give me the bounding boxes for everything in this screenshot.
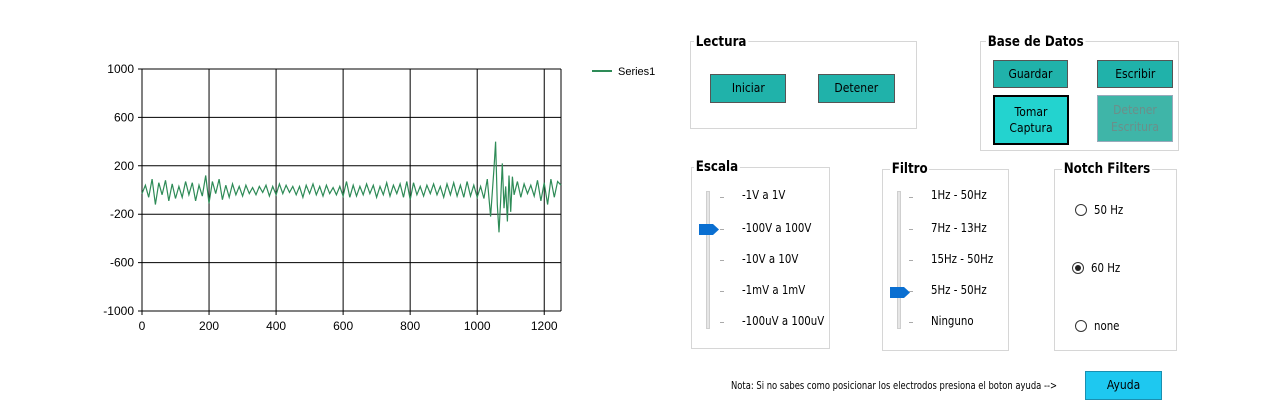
iniciar-button[interactable]: Iniciar: [710, 74, 786, 103]
notch-label-50hz[interactable]: 50 Hz: [1094, 203, 1123, 217]
detener-escritura-button[interactable]: Detener Escritura: [1097, 95, 1173, 142]
x-tick-label: 400: [266, 319, 286, 333]
escala-tick-3: [720, 291, 724, 292]
x-tick-label: 200: [199, 319, 219, 333]
notch-title: Notch Filters: [1062, 161, 1152, 177]
notch-radio-60hz[interactable]: [1072, 262, 1084, 274]
y-tick-label: 200: [114, 159, 134, 173]
base-datos-title: Base de Datos: [986, 34, 1086, 50]
filtro-tick-4: [909, 322, 913, 323]
x-tick-label: 0: [139, 319, 146, 333]
y-tick-label: 1000: [107, 62, 134, 76]
notch-radio-none[interactable]: [1075, 320, 1087, 332]
detener-button[interactable]: Detener: [818, 74, 895, 103]
guardar-button[interactable]: Guardar: [993, 60, 1068, 88]
notch-radio-50hz[interactable]: [1075, 204, 1087, 216]
escala-option-1mv: -1mV a 1mV: [742, 283, 806, 297]
filtro-option-15-50: 15Hz - 50Hz: [931, 252, 994, 266]
filtro-option-5-50: 5Hz - 50Hz: [931, 283, 987, 297]
y-tick-label: -600: [110, 256, 134, 270]
x-tick-label: 1200: [531, 319, 558, 333]
signal-chart: 0 200 400 600 800 1000 1200 1000 600 200 -200 -600 -…: [0, 0, 680, 406]
y-tick-label: 600: [114, 110, 134, 124]
filtro-tick-3: [909, 291, 913, 292]
filtro-slider-thumb[interactable]: [890, 287, 910, 298]
notch-label-none[interactable]: none: [1094, 319, 1119, 333]
legend-label: Series1: [618, 66, 655, 78]
escala-option-100v: -100V a 100V: [742, 221, 812, 235]
filtro-tick-0: [909, 197, 913, 198]
lectura-title: Lectura: [694, 34, 749, 50]
ayuda-button[interactable]: Ayuda: [1085, 371, 1162, 400]
escala-option-1v: -1V a 1V: [742, 188, 786, 202]
escala-tick-2: [720, 260, 724, 261]
tomar-captura-button[interactable]: Tomar Captura: [993, 95, 1069, 145]
x-tick-label: 1000: [464, 319, 491, 333]
escala-tick-0: [720, 197, 724, 198]
filtro-option-7-13: 7Hz - 13Hz: [931, 221, 987, 235]
escala-option-10v: -10V a 10V: [742, 252, 799, 266]
notch-label-60hz[interactable]: 60 Hz: [1091, 261, 1120, 275]
chart-svg: 0 200 400 600 800 1000 1200 1000 600 200 -200 -600 -…: [103, 62, 655, 333]
escala-slider-track[interactable]: [706, 191, 710, 329]
filtro-tick-2: [909, 260, 913, 261]
escala-title: Escala: [694, 159, 740, 175]
x-tick-label: 600: [333, 319, 353, 333]
help-note: Nota: Si no sabes como posicionar los el…: [731, 380, 1058, 392]
x-tick-label: 800: [400, 319, 420, 333]
y-tick-label: -200: [110, 207, 134, 221]
filtro-slider-track[interactable]: [897, 191, 901, 329]
filtro-option-1-50: 1Hz - 50Hz: [931, 188, 987, 202]
filtro-option-ninguno: Ninguno: [931, 314, 974, 328]
escala-option-100uv: -100uV a 100uV: [742, 314, 825, 328]
escala-tick-1: [720, 229, 724, 230]
escribir-button[interactable]: Escribir: [1097, 60, 1173, 88]
escala-slider-thumb[interactable]: [699, 224, 719, 235]
escala-tick-4: [720, 322, 724, 323]
filtro-title: Filtro: [890, 161, 930, 177]
series-line: [141, 141, 562, 233]
y-tick-label: -1000: [103, 304, 134, 318]
filtro-tick-1: [909, 229, 913, 230]
